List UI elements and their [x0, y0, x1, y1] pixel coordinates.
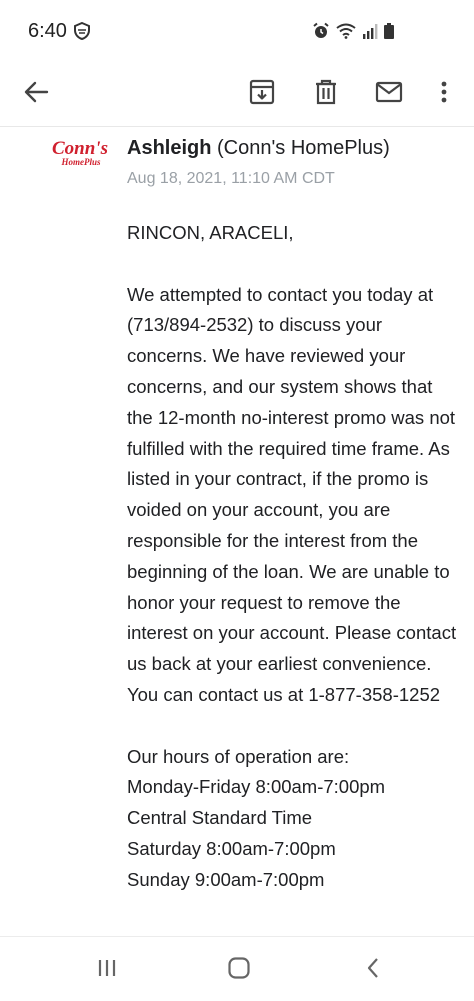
delete-button[interactable] [307, 73, 345, 111]
email-greeting: RINCON, ARACELI, [127, 222, 294, 243]
back-button[interactable] [17, 73, 55, 111]
archive-button[interactable] [243, 73, 281, 111]
hours-title: Our hours of operation are: [127, 745, 350, 767]
email-toolbar [0, 62, 474, 122]
archive-icon [249, 79, 275, 105]
more-vert-icon [441, 81, 447, 103]
sender-name[interactable]: Ashleigh (Conn's HomePlus) [127, 137, 390, 160]
signal-icon [362, 23, 378, 39]
hours-line: Central Standard Time [127, 807, 313, 829]
hours-line: Monday-Friday 8:00am-7:00pm [127, 776, 386, 798]
recent-apps-button[interactable] [92, 957, 122, 983]
system-nav-bar [0, 936, 474, 1001]
sender-logo[interactable]: Conn's HomePlus [52, 137, 108, 171]
delete-icon [314, 79, 338, 105]
battery-icon [384, 23, 394, 39]
mark-unread-button[interactable] [370, 73, 408, 111]
status-bar: 6:40 [0, 0, 474, 62]
toolbar-divider [0, 126, 474, 127]
logo-subtext: HomePlus [60, 157, 100, 167]
hours-line: Sunday 9:00am-7:00pm [127, 868, 325, 890]
status-icons [312, 22, 394, 40]
home-icon [227, 956, 251, 985]
alarm-icon [312, 22, 330, 40]
home-button[interactable] [224, 956, 254, 985]
hours-line: Saturday 8:00am-7:00pm [127, 837, 336, 859]
logo-text: Conn's [52, 138, 108, 159]
recent-apps-icon [96, 958, 118, 983]
email-date: Aug 18, 2021, 11:10 AM CDT [127, 170, 335, 187]
wifi-icon [336, 23, 356, 39]
chevron-left-icon [366, 957, 380, 984]
back-arrow-icon [23, 81, 49, 103]
email-paragraph: We attempted to contact you today at (71… [127, 283, 457, 705]
more-options-button[interactable] [426, 73, 462, 111]
sender-organization: (Conn's HomePlus) [217, 137, 390, 159]
shield-icon [73, 21, 91, 41]
mark-unread-icon [375, 81, 403, 103]
email-body: RINCON, ARACELI, We attempted to contact… [127, 218, 457, 896]
sender-first-name: Ashleigh [127, 137, 212, 159]
system-back-button[interactable] [358, 957, 388, 983]
status-time: 6:40 [28, 20, 67, 42]
